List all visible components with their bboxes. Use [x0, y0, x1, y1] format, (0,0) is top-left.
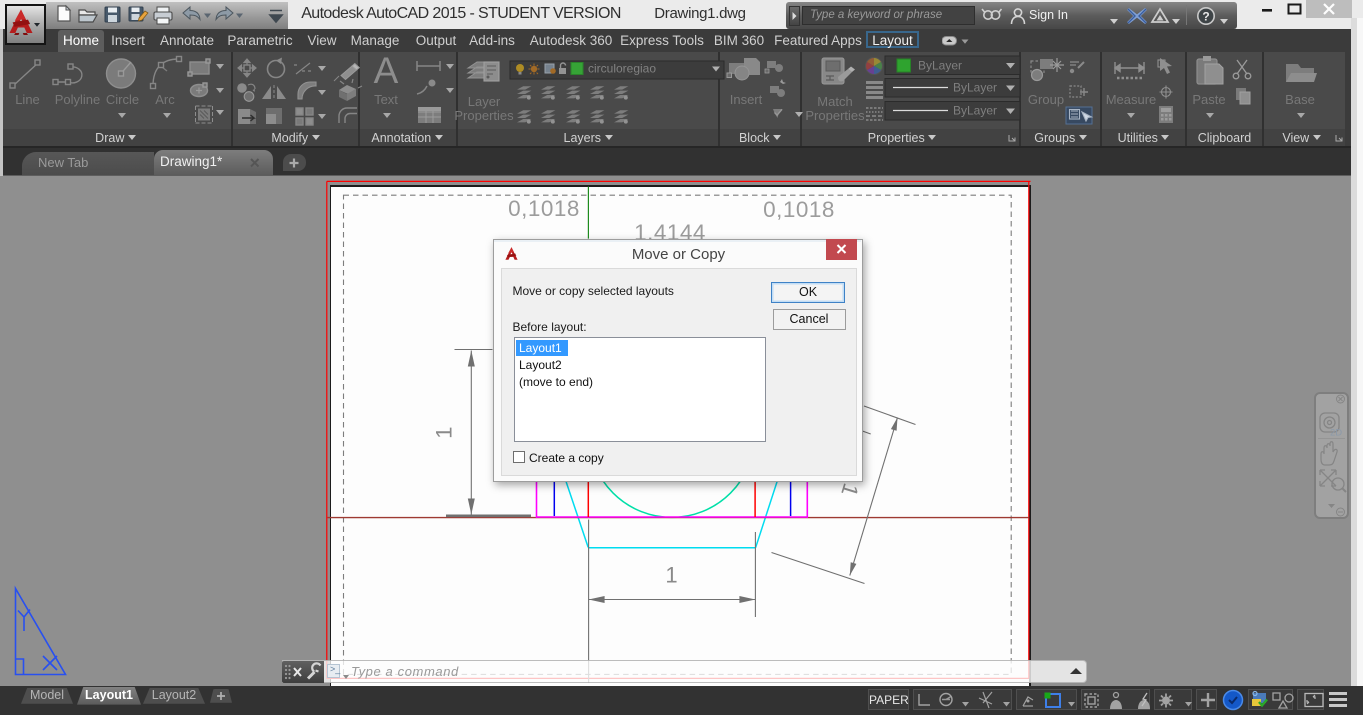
svg-text:1: 1	[665, 563, 677, 588]
svg-text:1: 1	[836, 480, 863, 499]
svg-text:?: ?	[1202, 10, 1209, 24]
svg-text:1: 1	[432, 426, 457, 438]
svg-text:2D: 2D	[1330, 428, 1342, 439]
